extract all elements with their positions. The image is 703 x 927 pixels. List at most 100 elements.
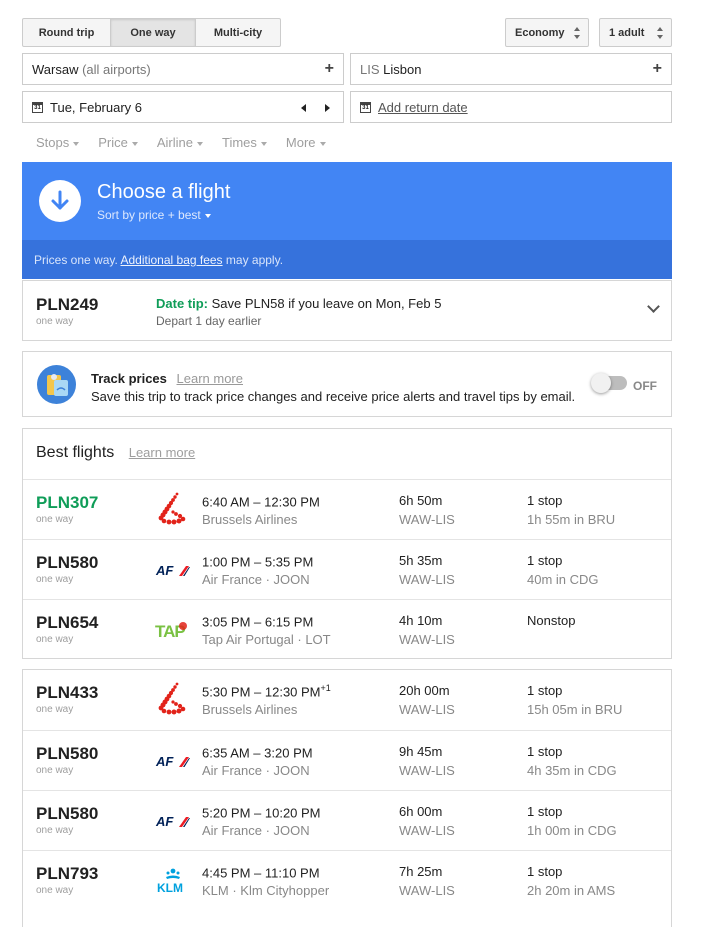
- flight-layover: 15h 05m in BRU: [527, 702, 623, 717]
- date-tip-card[interactable]: PLN249 one way Date tip: Save PLN58 if y…: [22, 280, 672, 341]
- flight-airline: Tap Air Portugal · LOT: [202, 632, 331, 647]
- date-tip-message: Save PLN58 if you leave on Mon, Feb 5: [211, 296, 442, 311]
- flight-duration: 20h 00m: [399, 683, 450, 698]
- svg-text:AF: AF: [155, 814, 174, 829]
- flight-row[interactable]: PLN793 one way KLM 4:45 PM – 11:10 PM KL…: [23, 850, 671, 910]
- track-prices-card: Track prices Learn more Save this trip t…: [22, 351, 672, 417]
- flight-price: PLN580: [36, 804, 99, 823]
- flight-row[interactable]: PLN580 one way AF 6:35 AM – 3:20 PM Air …: [23, 730, 671, 790]
- flight-airline: Brussels Airlines: [202, 702, 298, 717]
- updown-arrow-icon: [574, 27, 581, 39]
- flight-layover: 2h 20m in AMS: [527, 883, 616, 898]
- flight-times-text: 5:30 PM – 12:30 PM: [202, 684, 321, 700]
- flight-airline: Air France · JOON: [202, 763, 310, 778]
- flight-row[interactable]: PLN433 one way 5:30 PM – 12:30 PM+1 Brus…: [23, 670, 671, 730]
- track-learn-more-link[interactable]: Learn more: [177, 371, 243, 386]
- choose-flight-banner: Choose a flight Sort by price + best Pri…: [22, 162, 672, 279]
- return-date-field[interactable]: 31 Add return date: [350, 91, 672, 123]
- round-trip-button[interactable]: Round trip: [22, 18, 111, 47]
- toggle-state-label: OFF: [633, 379, 657, 393]
- depart-date-value: Tue, February 6: [50, 99, 143, 115]
- price-tracking-icon: [37, 365, 76, 404]
- flight-layover: 1h 00m in CDG: [527, 823, 617, 838]
- bag-fees-link[interactable]: Additional bag fees: [120, 253, 222, 267]
- flight-route: WAW-LIS: [399, 823, 455, 838]
- previous-date-icon[interactable]: [301, 104, 306, 112]
- chevron-down-icon[interactable]: [647, 300, 660, 313]
- flight-times: 4:45 PM – 11:10 PM: [202, 864, 320, 880]
- flight-duration: 7h 25m: [399, 864, 443, 879]
- flight-layover: 1h 55m in BRU: [527, 512, 616, 527]
- flight-route: WAW-LIS: [399, 763, 455, 778]
- best-flights-heading: Best flights Learn more: [36, 444, 195, 462]
- one-way-button[interactable]: One way: [111, 18, 196, 47]
- plus-days: +1: [320, 683, 331, 693]
- flight-stops: 1 stop: [527, 744, 563, 759]
- flight-times-text: 4:45 PM – 11:10 PM: [202, 865, 320, 881]
- track-prices-toggle[interactable]: [591, 373, 627, 393]
- flight-times-text: 6:35 AM – 3:20 PM: [202, 745, 313, 761]
- add-destination-icon[interactable]: +: [653, 60, 662, 78]
- cabin-class-select[interactable]: Economy: [505, 18, 589, 47]
- flight-row[interactable]: PLN654 one way TAP 3:05 PM – 6:15 PM Tap…: [23, 599, 671, 659]
- date-tip-text: Date tip: Save PLN58 if you leave on Mon…: [156, 296, 441, 311]
- flight-times-text: 3:05 PM – 6:15 PM: [202, 614, 314, 630]
- tap-portugal-logo: TAP: [155, 611, 191, 647]
- flight-airline: Air France · JOON: [202, 823, 310, 838]
- destination-field[interactable]: LIS Lisbon +: [350, 53, 672, 85]
- flight-route: WAW-LIS: [399, 572, 455, 587]
- filter-price[interactable]: Price: [98, 135, 138, 150]
- origin-field[interactable]: Warsaw (all airports) +: [22, 53, 344, 85]
- flight-duration: 6h 00m: [399, 804, 443, 819]
- track-prices-title: Track prices: [91, 371, 167, 386]
- updown-arrow-icon: [657, 27, 664, 39]
- passengers-value: 1 adult: [609, 26, 645, 39]
- flight-airline: KLM · Klm Cityhopper: [202, 883, 330, 898]
- flight-price-sub: one way: [36, 765, 74, 776]
- flight-stops: 1 stop: [527, 683, 563, 698]
- arrow-down-circle-icon: [39, 180, 81, 222]
- trip-type-toggle: Round trip One way Multi-city: [22, 18, 281, 47]
- sort-dropdown[interactable]: Sort by price + best: [97, 208, 211, 222]
- add-origin-icon[interactable]: +: [325, 60, 334, 78]
- filter-airline[interactable]: Airline: [157, 135, 203, 150]
- flight-times: 6:35 AM – 3:20 PM: [202, 744, 313, 760]
- flight-times-text: 6:40 AM – 12:30 PM: [202, 494, 320, 510]
- origin-detail: (all airports): [82, 61, 151, 77]
- add-return-date-link[interactable]: Add return date: [378, 100, 468, 115]
- next-date-icon[interactable]: [325, 104, 330, 112]
- track-prices-description: Save this trip to track price changes an…: [91, 389, 576, 404]
- other-flights-card: PLN433 one way 5:30 PM – 12:30 PM+1 Brus…: [22, 669, 672, 927]
- flight-stops: Nonstop: [527, 613, 576, 628]
- flight-row[interactable]: PLN307 one way 6:40 AM – 12:30 PM Brusse…: [23, 479, 671, 539]
- brussels-airlines-logo: [155, 681, 191, 717]
- flight-times: 3:05 PM – 6:15 PM: [202, 613, 313, 629]
- filter-more[interactable]: More: [286, 135, 326, 150]
- filter-stops[interactable]: Stops: [36, 135, 79, 150]
- flight-times-text: 5:20 PM – 10:20 PM: [202, 805, 321, 821]
- flight-stops: 1 stop: [527, 864, 563, 879]
- filter-times[interactable]: Times: [222, 135, 267, 150]
- best-flights-card: Best flights Learn more PLN307 one way 6…: [22, 428, 672, 659]
- flight-stops: 1 stop: [527, 493, 563, 508]
- flight-duration: 9h 45m: [399, 744, 443, 759]
- flight-stops: 1 stop: [527, 804, 563, 819]
- toggle-knob: [591, 373, 611, 393]
- flight-row[interactable]: PLN580 one way AF 5:20 PM – 10:20 PM Air…: [23, 790, 671, 850]
- flight-duration: 6h 50m: [399, 493, 443, 508]
- best-learn-more-link[interactable]: Learn more: [129, 445, 195, 460]
- depart-date-field[interactable]: 31 Tue, February 6: [22, 91, 344, 123]
- flight-price-sub: one way: [36, 704, 74, 715]
- flight-price-sub: one way: [36, 885, 74, 896]
- flight-price: PLN580: [36, 553, 99, 572]
- passengers-select[interactable]: 1 adult: [599, 18, 672, 47]
- multi-city-button[interactable]: Multi-city: [196, 18, 281, 47]
- flight-route: WAW-LIS: [399, 632, 455, 647]
- flight-row[interactable]: PLN580 one way AF 1:00 PM – 5:35 PM Air …: [23, 539, 671, 599]
- flight-price: PLN580: [36, 744, 99, 763]
- flight-times: 5:20 PM – 10:20 PM: [202, 804, 321, 820]
- cabin-class-value: Economy: [515, 26, 565, 39]
- air-france-logo: AF: [155, 742, 191, 778]
- best-flights-title: Best flights: [36, 444, 115, 461]
- flight-airline: Air France · JOON: [202, 572, 310, 587]
